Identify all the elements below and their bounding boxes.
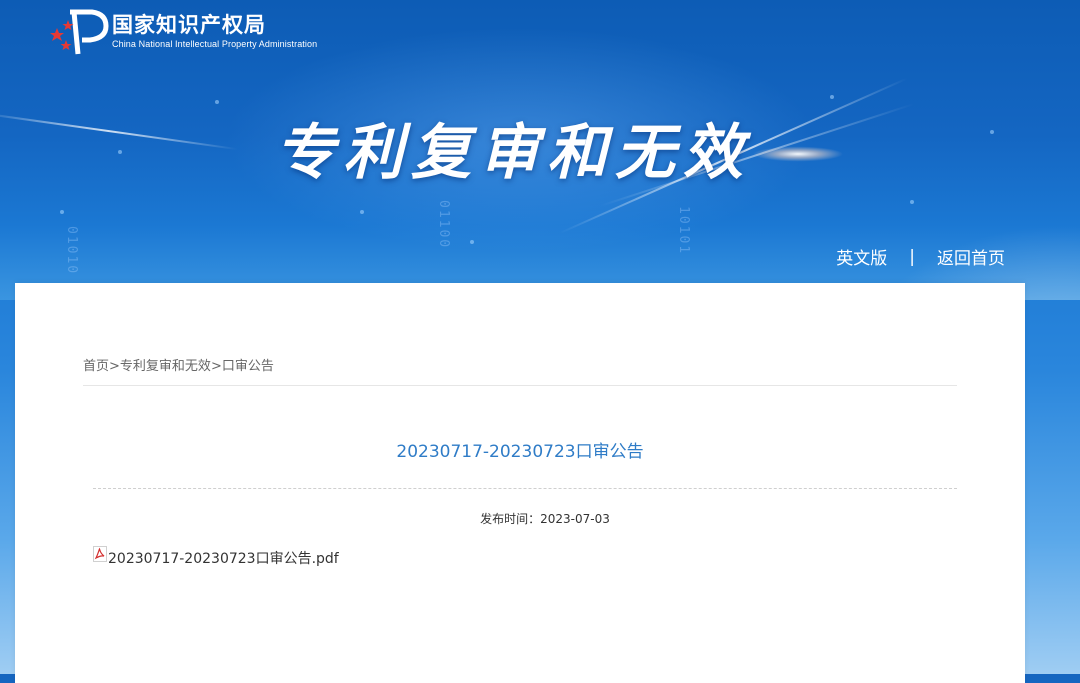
sparkle-dot xyxy=(990,130,994,134)
pdf-icon xyxy=(93,546,107,562)
article-title: 20230717-20230723口审公告 xyxy=(396,442,644,462)
sparkle-dot xyxy=(215,100,219,104)
banner-title: 专利复审和无效 xyxy=(275,118,751,188)
logo-name-cn: 国家知识产权局 xyxy=(112,12,266,37)
logo-name-en: China National Intellectual Property Adm… xyxy=(112,39,318,49)
cnipa-emblem-icon xyxy=(48,6,110,56)
binary-decoration: 01010 xyxy=(64,226,79,276)
sparkle-dot xyxy=(360,210,364,214)
content-panel: 首页>专利复审和无效>口审公告 20230717-20230723口审公告 发布… xyxy=(15,283,1025,683)
lens-flare xyxy=(738,134,888,174)
breadcrumb-divider xyxy=(83,385,957,386)
header-banner: 01010 01100 10101 国家知识产权局 China National… xyxy=(0,0,1080,300)
binary-decoration: 01100 xyxy=(436,200,451,250)
breadcrumb-current[interactable]: 口审公告 xyxy=(222,359,274,374)
cnipa-logo[interactable]: 国家知识产权局 China National Intellectual Prop… xyxy=(48,6,317,56)
attachment-filename: 20230717-20230723口审公告.pdf xyxy=(108,551,339,567)
sparkle-dot xyxy=(470,240,474,244)
sparkle-dot xyxy=(830,95,834,99)
breadcrumb-sep: > xyxy=(210,359,222,374)
breadcrumb-sep: > xyxy=(109,359,120,374)
link-separator: | xyxy=(909,246,915,267)
title-divider xyxy=(93,488,957,489)
breadcrumb-home[interactable]: 首页 xyxy=(83,359,109,374)
sparkle-dot xyxy=(118,150,122,154)
binary-decoration: 10101 xyxy=(676,206,691,256)
sparkle-dot xyxy=(910,200,914,204)
pdf-attachment-link[interactable]: 20230717-20230723口审公告.pdf xyxy=(93,546,339,568)
publish-date-label: 发布时间： xyxy=(480,512,541,526)
publish-date-value: 2023-07-03 xyxy=(540,512,610,526)
english-version-link[interactable]: 英文版 xyxy=(836,244,887,269)
top-links: 英文版 | 返回首页 xyxy=(836,244,1005,270)
publish-date: 发布时间：2023-07-03 xyxy=(15,510,1075,527)
sparkle-dot xyxy=(60,210,64,214)
back-home-link[interactable]: 返回首页 xyxy=(937,244,1005,269)
breadcrumb: 首页>专利复审和无效>口审公告 xyxy=(83,355,274,374)
light-streak xyxy=(0,112,238,151)
breadcrumb-section[interactable]: 专利复审和无效 xyxy=(120,359,211,374)
